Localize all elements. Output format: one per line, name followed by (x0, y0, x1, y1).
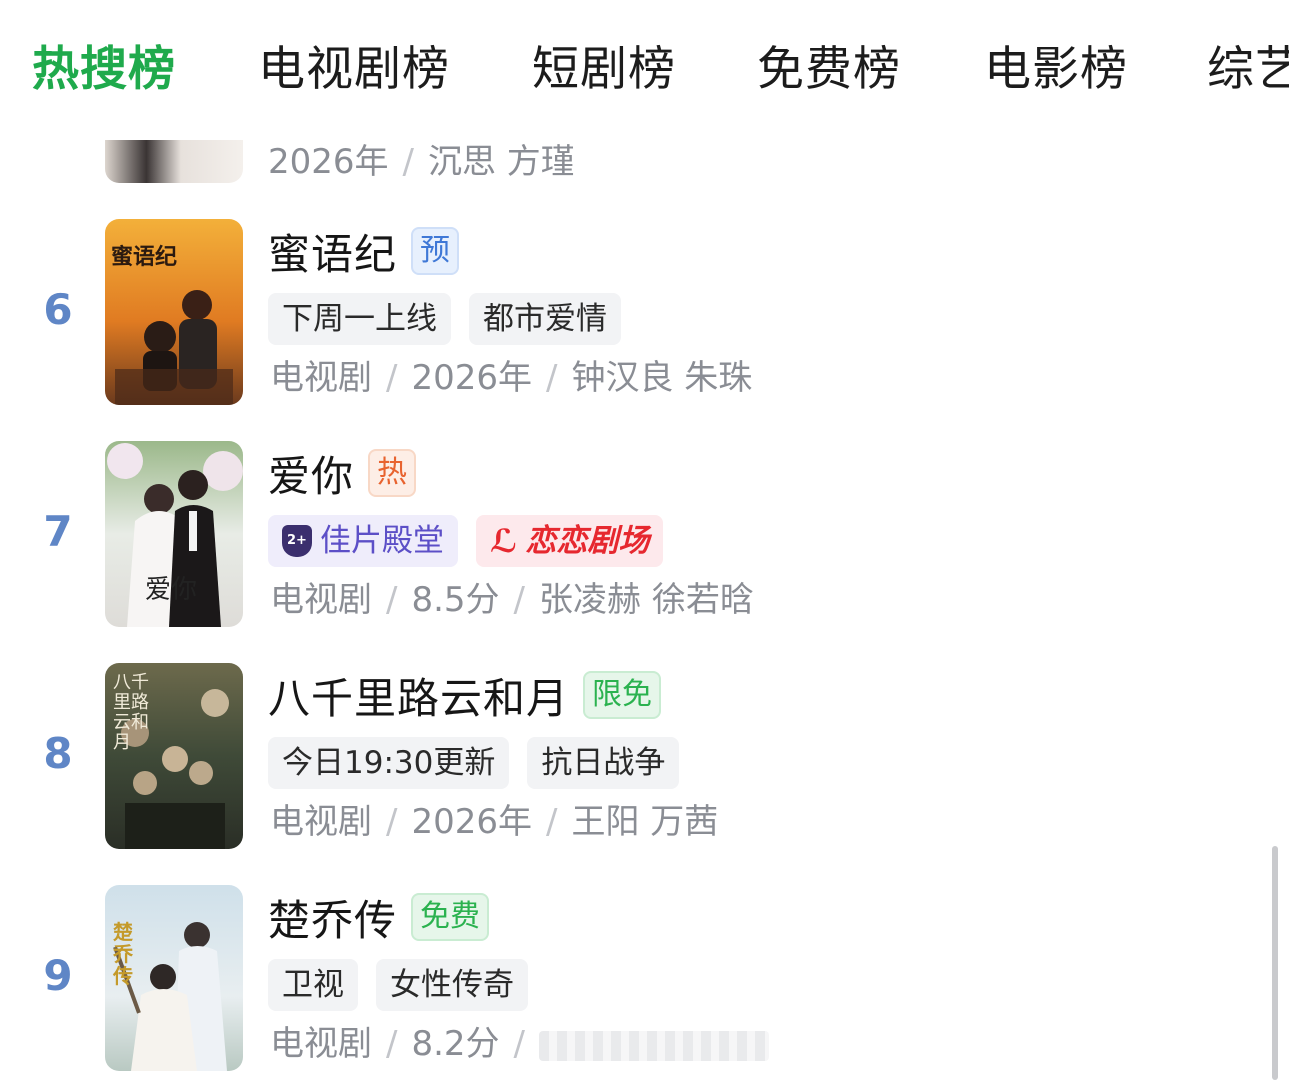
tag-chip[interactable]: 都市爱情 (469, 293, 621, 345)
poster-image[interactable] (105, 140, 243, 183)
show-title[interactable]: 楚乔传 (268, 887, 397, 948)
meta-separator: / (513, 1024, 526, 1064)
item-meta: 电视剧 / 8.2分 / (270, 1021, 770, 1067)
list-item-partial[interactable]: 2026年 / 沉思 方瑾 (0, 140, 1260, 185)
status-badge: 免费 (411, 893, 490, 941)
poster-title: 楚乔传 (113, 920, 133, 988)
item-meta: 电视剧 / 2026年 / 王阳 万茜 (270, 799, 718, 845)
poster-image[interactable]: 楚乔传 (105, 885, 243, 1071)
item-meta: 2026年 / 沉思 方瑾 (268, 140, 575, 183)
category-tab-bar: 热搜榜 电视剧榜 短剧榜 免费榜 电影榜 综艺榜 (0, 0, 1289, 140)
meta-cast: 钟汉良 朱珠 (571, 358, 753, 398)
tab-movie[interactable]: 电影榜 (984, 40, 1128, 100)
meta-cast: 王阳 万茜 (571, 802, 719, 842)
status-badge: 预 (411, 227, 460, 275)
tags-row: 今日19:30更新 抗日战争 (268, 737, 680, 789)
title-row: 爱你 热 (268, 443, 417, 504)
meta-type: 电视剧 (270, 802, 372, 842)
tags-row: 卫视 女性传奇 (268, 959, 528, 1011)
meta-info: 8.5分 (411, 580, 500, 620)
rank-number: 7 (43, 507, 73, 556)
tag-chip[interactable]: 卫视 (268, 959, 358, 1011)
meta-separator: / (386, 580, 398, 620)
tag-chip[interactable]: ℒ 恋恋剧场 (476, 515, 664, 567)
heart-logo-icon: ℒ (490, 522, 518, 560)
list-item[interactable]: 7 爱你 爱你 热 2+ 佳片殿堂 ℒ 恋恋剧场 电视剧 / 8.5分 / 张凌… (0, 441, 1260, 627)
show-title[interactable]: 八千里路云和月 (268, 665, 569, 726)
poster-title: 蜜语纪 (111, 244, 178, 270)
title-row: 八千里路云和月 限免 (268, 665, 662, 726)
meta-separator: / (386, 802, 398, 842)
list-item[interactable]: 6 蜜语纪 蜜语纪 预 下周一上线 都市爱情 电视剧 / 2026年 / 钟汉良… (0, 219, 1260, 405)
tags-row: 2+ 佳片殿堂 ℒ 恋恋剧场 (268, 515, 664, 567)
tab-variety[interactable]: 综艺榜 (1207, 40, 1289, 100)
poster-image[interactable]: 八千里路云和月 (105, 663, 243, 849)
show-title[interactable]: 蜜语纪 (268, 221, 397, 282)
tab-hot-search[interactable]: 热搜榜 (32, 40, 176, 100)
meta-separator: / (546, 358, 558, 398)
meta-type: 电视剧 (270, 580, 372, 620)
shield-badge-icon: 2+ (282, 525, 312, 557)
meta-cast: 沉思 方瑾 (428, 142, 575, 182)
meta-separator: / (386, 1024, 398, 1064)
ranking-list: 2026年 / 沉思 方瑾 6 蜜语纪 蜜语纪 预 下周一上线 都市爱情 电视剧… (0, 140, 1289, 1080)
list-item[interactable]: 9 楚乔传 楚乔传 免费 卫视 女性传奇 电视剧 / 8.2分 / (0, 885, 1260, 1071)
poster-image[interactable]: 蜜语纪 (105, 219, 243, 405)
meta-cast: 张凌赫 徐若晗 (539, 580, 754, 620)
rank-number: 8 (43, 729, 73, 778)
meta-info: 2026年 (411, 802, 532, 842)
tag-chip[interactable]: 2+ 佳片殿堂 (268, 515, 458, 567)
tag-label: 佳片殿堂 (320, 523, 444, 559)
meta-cast-redacted (539, 1030, 770, 1061)
meta-info: 8.2分 (411, 1024, 500, 1064)
tag-label: 恋恋剧场 (525, 523, 650, 559)
tag-chip[interactable]: 抗日战争 (527, 737, 680, 789)
meta-type: 电视剧 (270, 1024, 372, 1064)
status-badge: 限免 (583, 671, 662, 719)
title-row: 蜜语纪 预 (268, 221, 460, 282)
tab-short-drama[interactable]: 短剧榜 (532, 40, 676, 100)
meta-type: 电视剧 (270, 358, 372, 398)
tag-chip[interactable]: 女性传奇 (376, 959, 528, 1011)
poster-title: 爱你 (145, 575, 198, 605)
show-title[interactable]: 爱你 (268, 443, 354, 504)
list-item[interactable]: 8 八千里路云和月 八千里路云和月 限免 今日19:30更新 抗日战争 电视剧 … (0, 663, 1260, 849)
meta-separator: / (386, 358, 398, 398)
tab-free[interactable]: 免费榜 (757, 40, 901, 100)
meta-separator: / (546, 802, 558, 842)
rank-number: 6 (43, 285, 73, 334)
poster-image[interactable]: 爱你 (105, 441, 243, 627)
tags-row: 下周一上线 都市爱情 (268, 293, 621, 345)
poster-title: 八千里路云和月 (113, 672, 149, 753)
tag-chip[interactable]: 今日19:30更新 (268, 737, 510, 789)
item-meta: 电视剧 / 8.5分 / 张凌赫 徐若晗 (270, 577, 754, 623)
tab-tv-series[interactable]: 电视剧榜 (258, 40, 450, 100)
vertical-scrollbar[interactable] (1272, 846, 1278, 1080)
tag-chip[interactable]: 下周一上线 (268, 293, 451, 345)
title-row: 楚乔传 免费 (268, 887, 490, 948)
meta-info: 2026年 (411, 358, 532, 398)
meta-separator: / (402, 142, 414, 182)
status-badge: 热 (368, 449, 417, 497)
item-meta: 电视剧 / 2026年 / 钟汉良 朱珠 (270, 355, 752, 401)
meta-year: 2026年 (268, 142, 389, 182)
rank-number: 9 (43, 951, 73, 1000)
meta-separator: / (513, 580, 526, 620)
